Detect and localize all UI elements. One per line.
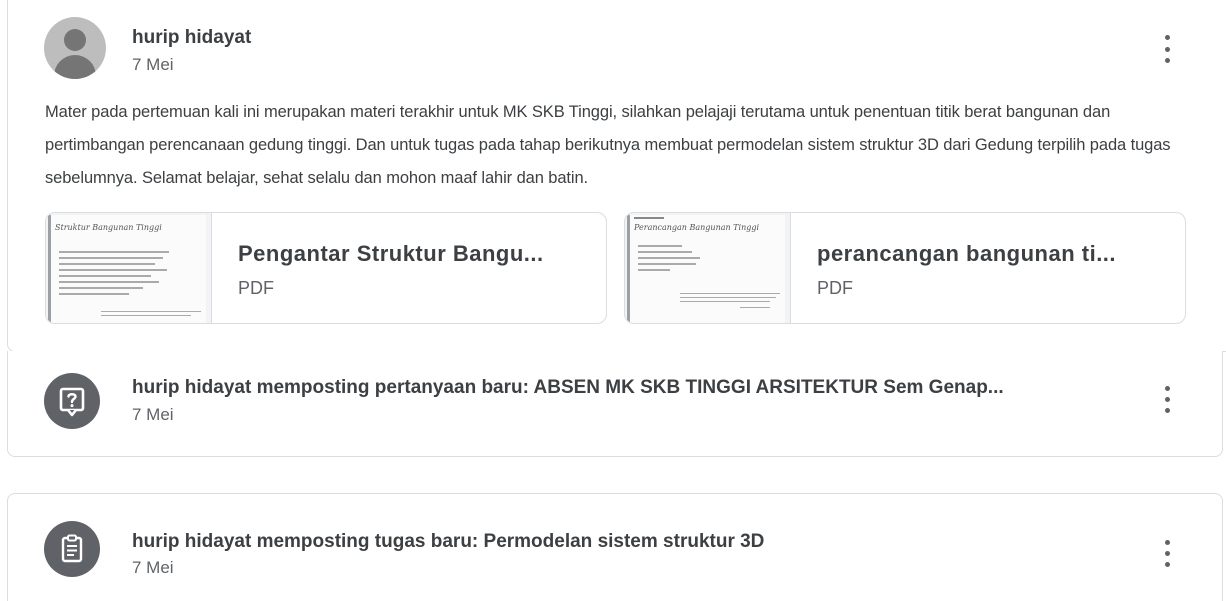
attachment-title[interactable]: perancangan bangunan ti... — [817, 241, 1116, 267]
more-options-icon[interactable] — [1157, 540, 1177, 567]
more-options-icon[interactable] — [1157, 386, 1177, 413]
attachment-type: PDF — [238, 278, 274, 298]
thumbnail-title: Perancangan Bangunan Tinggi — [634, 223, 760, 232]
pdf-page-preview: Struktur Bangunan Tinggi — [48, 215, 206, 323]
user-avatar-icon[interactable] — [44, 17, 106, 79]
pdf-thumbnail: Struktur Bangunan Tinggi — [46, 213, 212, 323]
question-post-card[interactable] — [7, 351, 1223, 457]
attachment-card[interactable]: Perancangan Bangunan Tinggi perancangan … — [624, 212, 1186, 324]
author-name: hurip hidayat — [132, 27, 252, 48]
question-icon — [44, 373, 100, 429]
post-date: 7 Mei — [132, 405, 174, 424]
more-options-icon[interactable] — [1157, 35, 1177, 63]
avatar-body — [54, 55, 96, 79]
assignment-post-title[interactable]: hurip hidayat memposting tugas baru: Per… — [132, 531, 764, 553]
question-post-title[interactable]: hurip hidayat memposting pertanyaan baru… — [132, 377, 1004, 399]
assignment-icon — [44, 521, 100, 577]
avatar-head — [64, 29, 86, 51]
class-stream: hurip hidayat 7 Mei Mater pada pertemuan… — [0, 0, 1226, 601]
post-date: 7 Mei — [132, 558, 174, 577]
pdf-page-preview: Perancangan Bangunan Tinggi — [627, 215, 785, 323]
attachment-title[interactable]: Pengantar Struktur Bangu... — [238, 241, 544, 267]
attachment-card[interactable]: Struktur Bangunan Tinggi Pengantar Struk… — [45, 212, 607, 324]
attachment-type: PDF — [817, 278, 853, 298]
pdf-thumbnail: Perancangan Bangunan Tinggi — [625, 213, 791, 323]
announcement-text: Mater pada pertemuan kali ini merupakan … — [45, 103, 1171, 187]
post-date[interactable]: 7 Mei — [132, 55, 174, 75]
thumbnail-title: Struktur Bangunan Tinggi — [55, 223, 162, 232]
